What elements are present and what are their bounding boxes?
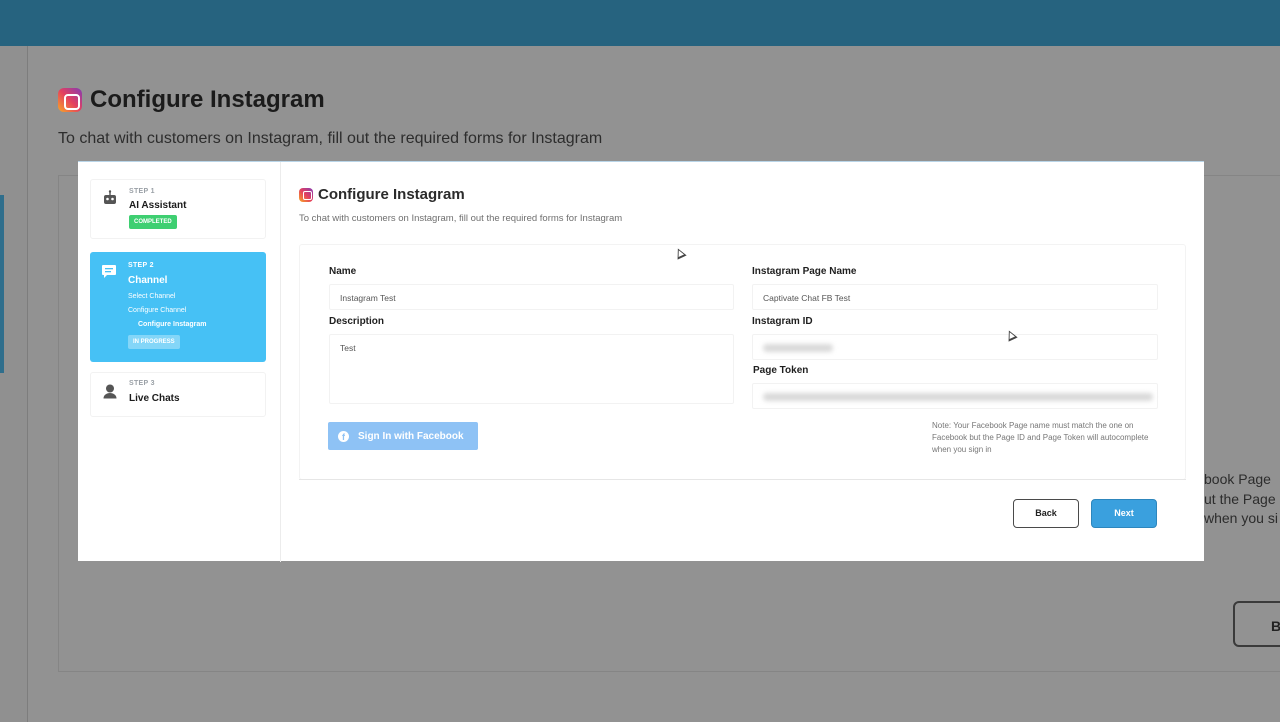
page-token-label: Page Token — [753, 365, 809, 376]
sidebar-accent — [0, 195, 4, 373]
description-field[interactable]: Test — [329, 334, 734, 404]
name-label: Name — [329, 266, 357, 277]
facebook-note: Note: Your Facebook Page name must match… — [932, 421, 1149, 454]
substep-configure-instagram[interactable]: Configure Instagram — [138, 321, 206, 328]
instagram-icon — [58, 88, 82, 112]
agent-icon — [103, 384, 117, 399]
instagram-icon — [299, 187, 313, 202]
configure-instagram-modal: STEP 1 AI Assistant COMPLETED STEP 2 Cha… — [78, 161, 1204, 562]
substep-configure-channel[interactable]: Configure Channel — [128, 307, 186, 314]
modal-content: Configure Instagram To chat with custome… — [281, 162, 1204, 562]
next-button[interactable]: Next — [1091, 499, 1157, 528]
facebook-icon: f — [338, 430, 349, 442]
step-title: Live Chats — [129, 393, 180, 404]
robot-icon — [104, 190, 116, 204]
substep-select-channel[interactable]: Select Channel — [128, 293, 175, 300]
instagram-id-label: Instagram ID — [752, 316, 813, 327]
status-badge: COMPLETED — [129, 215, 177, 229]
modal-subtitle: To chat with customers on Instagram, fil… — [299, 213, 623, 224]
back-button[interactable]: Back — [1013, 499, 1079, 528]
status-badge: IN PROGRESS — [128, 335, 180, 349]
chat-icon — [102, 265, 116, 278]
modal-title: Configure Instagram — [299, 186, 465, 203]
name-field[interactable]: Instagram Test — [329, 284, 734, 310]
step-title: Channel — [128, 275, 168, 286]
page-subtitle: To chat with customers on Instagram, fil… — [58, 130, 603, 147]
instagram-id-field[interactable] — [752, 334, 1158, 360]
description-label: Description — [329, 316, 385, 327]
divider — [299, 479, 1186, 480]
background-note-fragment: book Page ut the Page when you si — [1204, 471, 1278, 526]
redacted-value — [763, 344, 833, 352]
step-channel[interactable]: STEP 2 Channel Select Channel Configure … — [90, 252, 266, 362]
page-name-field[interactable]: Captivate Chat FB Test — [752, 284, 1158, 310]
step-ai-assistant[interactable]: STEP 1 AI Assistant COMPLETED — [90, 179, 266, 239]
redacted-value — [763, 393, 1153, 401]
step-live-chats[interactable]: STEP 3 Live Chats — [90, 372, 266, 417]
stepper: STEP 1 AI Assistant COMPLETED STEP 2 Cha… — [78, 162, 281, 562]
step-title: AI Assistant — [129, 200, 187, 211]
instagram-form: Name Instagram Test Instagram Page Name … — [299, 244, 1186, 480]
top-bar — [0, 0, 1280, 46]
step-label: STEP 2 — [128, 262, 154, 269]
page-title: Configure Instagram — [58, 86, 325, 114]
sign-in-facebook-button[interactable]: f Sign In with Facebook — [328, 422, 478, 450]
step-label: STEP 1 — [129, 188, 155, 195]
background-back-button: B — [1233, 601, 1280, 647]
step-label: STEP 3 — [129, 380, 155, 387]
left-sidebar — [0, 46, 28, 722]
page-token-field[interactable] — [752, 383, 1158, 409]
page-name-label: Instagram Page Name — [752, 266, 857, 277]
